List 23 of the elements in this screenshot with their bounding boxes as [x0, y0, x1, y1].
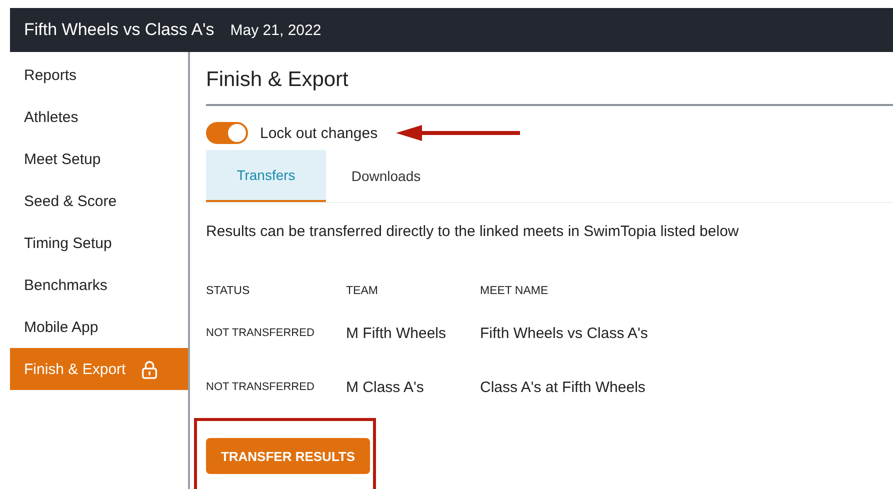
sidebar-item[interactable]: Timing Setup [10, 222, 188, 264]
sidebar-item[interactable]: Athletes [10, 96, 188, 138]
page-title: Finish & Export [206, 68, 350, 92]
sidebar-item[interactable]: Mobile App [10, 306, 188, 348]
toggle-label: Lock out changes [260, 124, 378, 142]
description: Results can be transferred directly to the linked meets in SwimTopia listed below [206, 223, 740, 240]
meet-title: Fifth Wheels vs Class A's [24, 20, 214, 40]
sidebar-item[interactable]: Seed & Score [10, 180, 188, 222]
table-cell-text: M Fifth Wheels [346, 324, 448, 342]
sidebar-item[interactable]: Meet Setup [10, 138, 188, 180]
meet-date: May 21, 2022 [230, 22, 322, 38]
column-header: MEET NAME [480, 285, 550, 297]
table-cell-text: Fifth Wheels vs Class A's [480, 324, 649, 342]
table-cell-text: NOT TRANSFERRED [206, 381, 316, 393]
column-header: STATUS [206, 285, 251, 297]
sidebar-item[interactable]: Benchmarks [10, 264, 188, 306]
table-cell-text: NOT TRANSFERRED [206, 327, 316, 339]
tab[interactable]: Downloads [326, 150, 446, 202]
column-header: TEAM [346, 285, 379, 297]
table-cell-text: Class A's at Fifth Wheels [480, 378, 646, 396]
lock-toggle[interactable] [206, 122, 248, 144]
table-cell-text: M Class A's [346, 378, 425, 396]
sidebar-item[interactable]: Reports [10, 54, 188, 96]
